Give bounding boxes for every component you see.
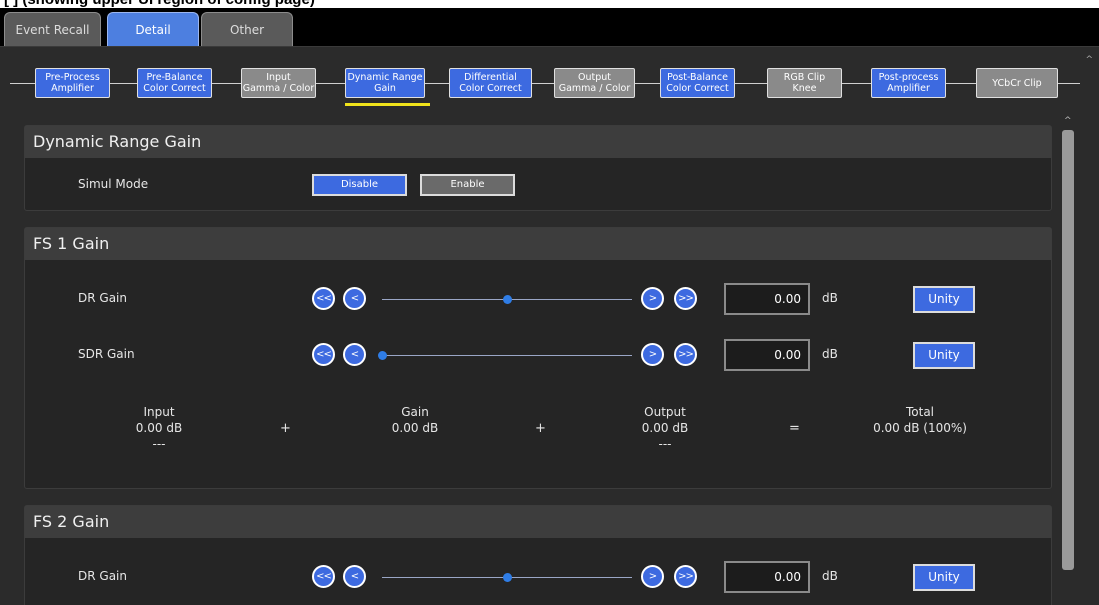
summary-input-value: 0.00 dB (135, 421, 183, 435)
sdr-gain-slider[interactable] (382, 355, 632, 356)
stage-label-1: Pre-Process (45, 72, 100, 83)
stage-label-1: YCbCr Clip (992, 77, 1042, 89)
stage-label-1: Output (578, 72, 611, 83)
dr-gain-value-field[interactable]: 0.00 (724, 561, 810, 593)
dr-gain-value-field[interactable]: 0.00 (724, 283, 810, 315)
stage-label-2: Knee (792, 83, 817, 94)
stage-differential-color-correct[interactable]: Differential Color Correct (449, 68, 532, 98)
stage-label-2: Color Correct (143, 83, 206, 94)
summary-gain-value: 0.00 dB (391, 421, 439, 435)
fs2-gain-panel: FS 2 Gain DR Gain << < > >> 0.00 dB Unit… (24, 505, 1052, 605)
fast-increase-button[interactable]: >> (674, 565, 697, 588)
sdr-gain-unity-button[interactable]: Unity (913, 342, 975, 369)
sdr-gain-value-field[interactable]: 0.00 (724, 339, 810, 371)
summary-output-sub: --- (658, 437, 672, 451)
top-title-strip: [ ] (showing upper UI region of config p… (0, 0, 1099, 8)
dynamic-range-gain-panel: Dynamic Range Gain Simul Mode Disable En… (24, 125, 1052, 211)
increase-button[interactable]: > (641, 287, 664, 310)
main-content: ^ Dynamic Range Gain Simul Mode Disable … (0, 114, 1099, 605)
panel-title: FS 1 Gain (25, 228, 1051, 260)
panel-title: FS 2 Gain (25, 506, 1051, 538)
stage-dynamic-range-gain[interactable]: Dynamic Range Gain (345, 68, 425, 98)
stage-post-process-amplifier[interactable]: Post-process Amplifier (871, 68, 946, 98)
simul-mode-label: Simul Mode (78, 177, 149, 191)
stage-label-2: Gamma / Color (558, 83, 631, 94)
stage-post-balance-color-correct[interactable]: Post-Balance Color Correct (660, 68, 735, 98)
dr-gain-unit: dB (822, 569, 838, 583)
simul-disable-button[interactable]: Disable (312, 174, 407, 196)
summary-gain-label: Gain (401, 405, 429, 419)
stage-label-1: RGB Clip (783, 72, 826, 83)
stage-label-2: Amplifier (887, 83, 930, 94)
dr-gain-slider-thumb[interactable] (503, 295, 512, 304)
stage-label-1: Post-process (878, 72, 939, 83)
stage-label-1: Pre-Balance (146, 72, 203, 83)
dr-gain-label: DR Gain (78, 291, 127, 305)
stage-label-2: Amplifier (51, 83, 94, 94)
fs1-gain-panel: FS 1 Gain DR Gain << < > >> 0.00 dB Unit… (24, 227, 1052, 489)
sdr-gain-label: SDR Gain (78, 347, 135, 361)
tab-bar: Event Recall Detail Other (0, 8, 1099, 46)
increase-button[interactable]: > (641, 343, 664, 366)
dr-gain-slider-thumb[interactable] (503, 573, 512, 582)
stage-label-1: Post-Balance (667, 72, 728, 83)
stage-label-1: Dynamic Range (347, 72, 423, 83)
selected-stage-indicator (345, 103, 430, 106)
fast-decrease-button[interactable]: << (312, 343, 335, 366)
dr-gain-unity-button[interactable]: Unity (913, 286, 975, 313)
decrease-button[interactable]: < (343, 287, 366, 310)
stage-pre-process-amplifier[interactable]: Pre-Process Amplifier (35, 68, 110, 98)
scroll-up-icon[interactable]: ^ (1085, 55, 1093, 65)
summary-output-value: 0.00 dB (641, 421, 689, 435)
title-strip-text: [ ] (showing upper UI region of config p… (4, 0, 315, 8)
decrease-button[interactable]: < (343, 343, 366, 366)
simul-enable-button[interactable]: Enable (420, 174, 515, 196)
tab-event-recall[interactable]: Event Recall (4, 12, 101, 46)
vertical-scrollbar[interactable] (1062, 130, 1074, 570)
summary-gain: Gain 0.00 dB (345, 404, 485, 436)
summary-total: Total 0.00 dB (100%) (850, 404, 990, 436)
panel-title: Dynamic Range Gain (25, 126, 1051, 158)
dr-gain-unity-button[interactable]: Unity (913, 564, 975, 591)
stage-label-2: Gamma / Color (242, 83, 315, 94)
summary-input-sub: --- (152, 437, 166, 451)
sdr-gain-slider-thumb[interactable] (378, 351, 387, 360)
summary-input-label: Input (143, 405, 175, 419)
stage-label-2: Gain (374, 83, 396, 94)
summary-total-label: Total (905, 405, 935, 419)
stage-label-1: Differential (464, 72, 517, 83)
processing-pipeline: Pre-Process Amplifier Pre-Balance Color … (0, 46, 1099, 114)
tab-other[interactable]: Other (201, 12, 293, 46)
stage-pre-balance-color-correct[interactable]: Pre-Balance Color Correct (137, 68, 212, 98)
plus-operator: + (280, 421, 291, 436)
equals-operator: = (789, 421, 800, 436)
plus-operator: + (535, 421, 546, 436)
stage-label-1: Input (266, 72, 291, 83)
stage-output-gamma-color[interactable]: Output Gamma / Color (554, 68, 635, 98)
fast-increase-button[interactable]: >> (674, 343, 697, 366)
decrease-button[interactable]: < (343, 565, 366, 588)
stage-rgb-clip-knee[interactable]: RGB Clip Knee (767, 68, 842, 98)
stage-label-2: Color Correct (666, 83, 729, 94)
fast-decrease-button[interactable]: << (312, 565, 335, 588)
summary-output: Output 0.00 dB --- (595, 404, 735, 452)
dr-gain-unit: dB (822, 291, 838, 305)
fast-increase-button[interactable]: >> (674, 287, 697, 310)
fast-decrease-button[interactable]: << (312, 287, 335, 310)
stage-ycbcr-clip[interactable]: YCbCr Clip (976, 68, 1058, 98)
stage-input-gamma-color[interactable]: Input Gamma / Color (241, 68, 316, 98)
summary-input: Input 0.00 dB --- (89, 404, 229, 452)
increase-button[interactable]: > (641, 565, 664, 588)
summary-total-value: 0.00 dB (100%) (873, 421, 967, 435)
tab-detail[interactable]: Detail (107, 12, 199, 46)
stage-label-2: Color Correct (459, 83, 522, 94)
scroll-up-icon[interactable]: ^ (1064, 116, 1072, 126)
sdr-gain-unit: dB (822, 347, 838, 361)
summary-output-label: Output (644, 405, 686, 419)
dr-gain-label: DR Gain (78, 569, 127, 583)
